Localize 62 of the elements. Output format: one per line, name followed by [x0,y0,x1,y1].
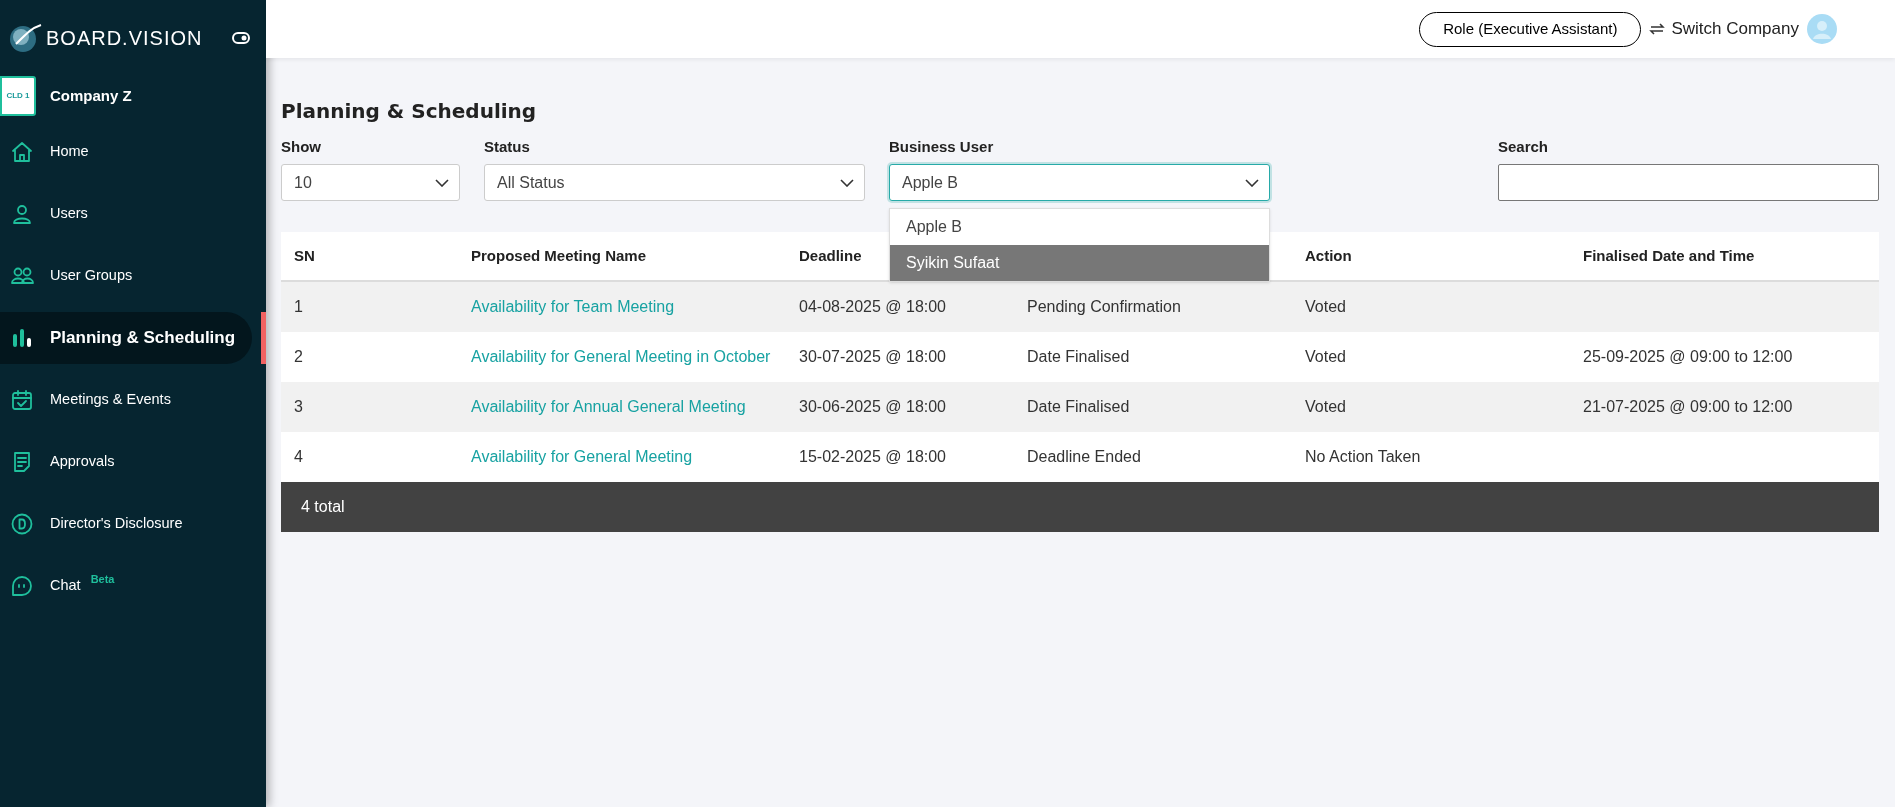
calendar-icon [10,388,34,412]
table-cell-text: Date Finalised [1027,347,1130,367]
switch-company-link[interactable]: Switch Company [1649,16,1799,42]
chat-icon [10,574,34,598]
table-cell-text: 2 [294,347,303,367]
brand-name: BOARD.VISION [46,26,203,51]
toggle-icon[interactable] [232,32,250,44]
nav-item[interactable]: Users [0,188,252,240]
nav-item[interactable]: User Groups [0,250,252,302]
table-cell-text: 30-07-2025 @ 18:00 [799,347,946,367]
table-cell-text: 1 [294,297,303,317]
table-cell-text: 15-02-2025 @ 18:00 [799,447,946,467]
table-cell-text: 21-07-2025 @ 09:00 to 12:00 [1583,397,1793,417]
table-cell-text: Voted [1305,397,1346,417]
nav-item[interactable]: Director's Disclosure [0,498,252,550]
chevron-down-icon [435,178,449,187]
role-button[interactable]: Role (Executive Assistant) [1419,11,1642,47]
swap-icon [1649,21,1666,37]
chevron-down-icon [1245,178,1259,187]
nav-item[interactable]: Approvals [0,436,252,488]
filter-label: Business User [889,137,995,157]
nav-item[interactable]: Meetings & Events [0,374,252,426]
logo-text: CLD 1 [6,90,30,102]
dropdown-option[interactable]: Syikin Sufaat [890,245,1269,281]
home-icon [10,140,34,164]
beta-label: Beta [90,571,115,587]
nav-item[interactable]: Home [0,126,252,178]
table-cell-text: 04-08-2025 @ 18:00 [799,297,946,317]
table-cell-text: Date Finalised [1027,397,1130,417]
bar-chart-icon [10,326,34,350]
logo-icon [8,22,42,54]
letter-d-icon [10,512,34,536]
table-cell-text: Pending Confirmation [1027,297,1181,317]
filter-label: Show [281,137,322,157]
table-cell-text: Voted [1305,347,1346,367]
column-header: SN [294,245,315,266]
table-cell-text: Voted [1305,297,1346,317]
column-header: Action [1305,245,1352,266]
search-field[interactable] [1498,164,1879,201]
user-icon [10,202,34,226]
nav-item[interactable]: Planning & Scheduling [0,312,252,364]
chevron-down-icon [840,178,854,187]
table-cell-text: No Action Taken [1305,447,1421,467]
select-field[interactable]: Apple B [889,164,1270,201]
select-field[interactable]: All Status [484,164,865,201]
table-cell-text: 3 [294,397,303,417]
page-title: Planning & Scheduling [281,98,538,125]
select-field[interactable]: 10 [281,164,460,201]
column-header: Proposed Meeting Name [471,245,647,266]
dropdown-option[interactable]: Apple B [890,209,1269,245]
filter-label: Status [484,137,531,157]
table-cell-text: Deadline Ended [1027,447,1141,467]
nav-item[interactable]: Chat Beta [0,560,252,612]
total-count: 4 total [301,497,345,517]
filter-label: Search [1498,137,1550,157]
table-cell-text: 4 [294,447,303,467]
company-name: Company Z [50,85,132,106]
active-indicator [261,312,266,364]
column-header: Deadline [799,245,862,266]
table-cell-text: 30-06-2025 @ 18:00 [799,397,946,417]
table-cell-text: 25-09-2025 @ 09:00 to 12:00 [1583,347,1793,367]
column-header: Finalised Date and Time [1583,245,1755,266]
